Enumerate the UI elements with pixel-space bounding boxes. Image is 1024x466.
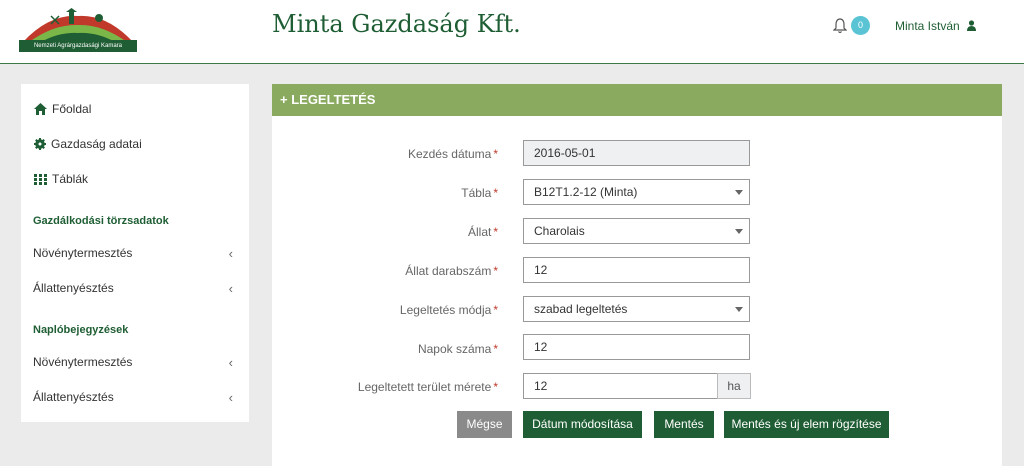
grazing-form-panel: + LEGELTETÉS Kezdés dátuma * 2016-05-01 T… xyxy=(272,84,1002,466)
sidebar-item-label: Főoldal xyxy=(52,102,92,116)
logo-graphic xyxy=(23,8,133,42)
label-text: Tábla xyxy=(461,186,492,200)
select-value: szabad legeltetés xyxy=(534,302,628,316)
animal-label: Állat * xyxy=(468,225,498,239)
user-menu[interactable]: Minta István xyxy=(895,19,977,33)
save-button[interactable]: Mentés xyxy=(654,411,714,438)
bell-icon[interactable] xyxy=(833,18,847,34)
sidebar-item-label: Állattenyésztés xyxy=(33,390,114,404)
user-name: Minta István xyxy=(895,19,960,33)
save-and-new-button[interactable]: Mentés és új elem rögzítése xyxy=(724,411,889,438)
days-field[interactable]: 12 xyxy=(523,334,750,360)
label-text: Állat darabszám xyxy=(405,264,492,278)
home-icon xyxy=(34,103,47,115)
panel-title: + LEGELTETÉS xyxy=(272,84,1002,116)
required-mark: * xyxy=(493,264,498,278)
table-label: Tábla * xyxy=(461,186,498,200)
company-name: Minta Gazdaság Kft. xyxy=(272,10,521,38)
sidebar-item-home[interactable]: Főoldal xyxy=(34,102,91,116)
label-text: Legeltetett terület mérete xyxy=(357,380,492,394)
logo[interactable]: Nemzeti Agrárgazdasági Kamara xyxy=(19,8,137,52)
animal-count-field[interactable]: 12 xyxy=(523,257,750,283)
days-label: Napok száma * xyxy=(418,342,498,356)
required-mark: * xyxy=(493,147,498,161)
sidebar-item-label: Növénytermesztés xyxy=(33,246,133,260)
grazing-mode-label: Legeltetés módja * xyxy=(400,303,498,317)
change-date-button[interactable]: Dátum módosítása xyxy=(523,411,642,438)
chevron-left-icon: ‹ xyxy=(228,246,233,261)
grazing-mode-select[interactable]: szabad legeltetés xyxy=(523,296,750,322)
animal-select[interactable]: Charolais xyxy=(523,218,750,244)
sidebar-item-farm-data[interactable]: Gazdaság adatai xyxy=(34,137,142,151)
required-mark: * xyxy=(493,186,498,200)
select-value: B12T1.2-12 (Minta) xyxy=(534,185,638,199)
user-icon xyxy=(967,20,977,31)
sidebar-item-label: Állattenyésztés xyxy=(33,281,114,295)
chevron-left-icon: ‹ xyxy=(228,390,233,405)
area-unit-addon: ha xyxy=(717,373,751,399)
chevron-left-icon: ‹ xyxy=(228,355,233,370)
start-date-field[interactable]: 2016-05-01 xyxy=(523,140,750,166)
sidebar-item-animal-husbandry-log[interactable]: Állattenyésztés ‹ xyxy=(33,390,233,405)
sidebar-section-log-entries: Naplóbejegyzések xyxy=(33,324,129,336)
caret-down-icon xyxy=(735,229,743,234)
sidebar-item-label: Táblák xyxy=(52,172,89,186)
caret-down-icon xyxy=(735,307,743,312)
animal-count-label: Állat darabszám * xyxy=(405,264,498,278)
gear-icon xyxy=(34,138,46,150)
sidebar-item-tables[interactable]: Táblák xyxy=(34,172,88,186)
required-mark: * xyxy=(493,225,498,239)
area-field[interactable]: 12 xyxy=(523,373,718,399)
sidebar-item-label: Növénytermesztés xyxy=(33,355,133,369)
caret-down-icon xyxy=(735,190,743,195)
sidebar-item-label: Gazdaság adatai xyxy=(51,137,142,151)
sidebar: Főoldal Gazdaság adatai Táblák Gazdálkod… xyxy=(21,84,249,422)
required-mark: * xyxy=(493,303,498,317)
required-mark: * xyxy=(493,380,498,394)
grid-icon xyxy=(34,174,47,185)
label-text: Kezdés dátuma xyxy=(407,147,492,161)
table-select[interactable]: B12T1.2-12 (Minta) xyxy=(523,179,750,205)
logo-text: Nemzeti Agrárgazdasági Kamara xyxy=(19,40,137,52)
top-bar: Nemzeti Agrárgazdasági Kamara Minta Gazd… xyxy=(0,0,1024,64)
sidebar-item-crop-production-log[interactable]: Növénytermesztés ‹ xyxy=(33,355,233,370)
select-value: Charolais xyxy=(534,224,585,238)
notification-badge[interactable]: 0 xyxy=(851,16,870,35)
sidebar-item-animal-husbandry[interactable]: Állattenyésztés ‹ xyxy=(33,281,233,296)
label-text: Napok száma xyxy=(417,342,492,356)
sidebar-item-crop-production[interactable]: Növénytermesztés ‹ xyxy=(33,246,233,261)
label-text: Állat xyxy=(467,225,492,239)
area-label: Legeltetett terület mérete * xyxy=(358,380,498,394)
start-date-label: Kezdés dátuma * xyxy=(408,147,498,161)
cancel-button[interactable]: Mégse xyxy=(457,411,512,438)
sidebar-section-master-data: Gazdálkodási törzsadatok xyxy=(33,215,169,227)
required-mark: * xyxy=(493,342,498,356)
label-text: Legeltetés módja xyxy=(399,303,492,317)
chevron-left-icon: ‹ xyxy=(228,281,233,296)
